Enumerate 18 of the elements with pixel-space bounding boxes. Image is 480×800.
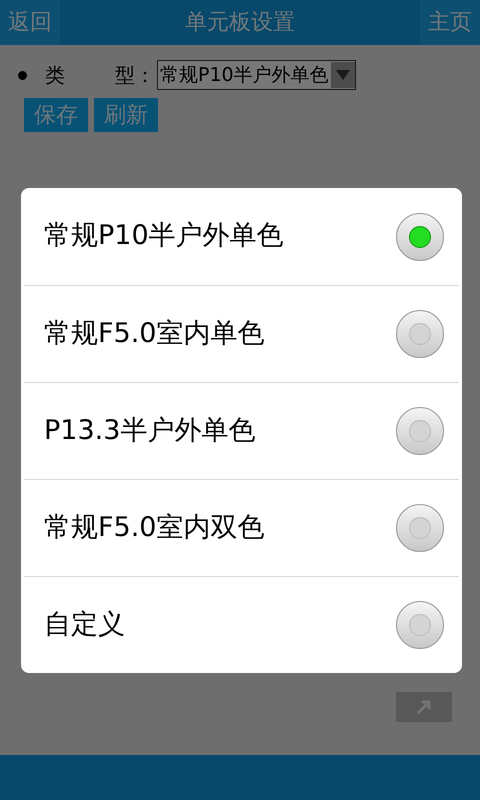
type-label: 类 xyxy=(45,62,65,89)
option-item[interactable]: 常规P10半户外单色 xyxy=(24,188,459,285)
radio-button[interactable] xyxy=(396,504,444,552)
option-item[interactable]: 常规F5.0室内单色 xyxy=(24,285,459,382)
radio-button[interactable] xyxy=(396,212,444,260)
radio-button[interactable] xyxy=(396,310,444,358)
radio-button[interactable] xyxy=(396,601,444,649)
caret-icon xyxy=(330,62,355,88)
type-dropdown[interactable]: 常规P10半户外单色 xyxy=(157,60,356,90)
window-title: 单元板设置 xyxy=(185,9,295,37)
bullet-icon xyxy=(18,70,27,80)
option-item[interactable]: P13.3半户外单色 xyxy=(24,382,459,479)
radio-button[interactable] xyxy=(396,407,444,455)
option-item[interactable]: 常规F5.0室内双色 xyxy=(24,479,459,576)
type-label: 型： xyxy=(115,62,155,89)
option-item[interactable]: 自定义 xyxy=(24,576,459,673)
arrow-icon xyxy=(416,699,432,715)
arrow-button[interactable] xyxy=(396,692,452,722)
